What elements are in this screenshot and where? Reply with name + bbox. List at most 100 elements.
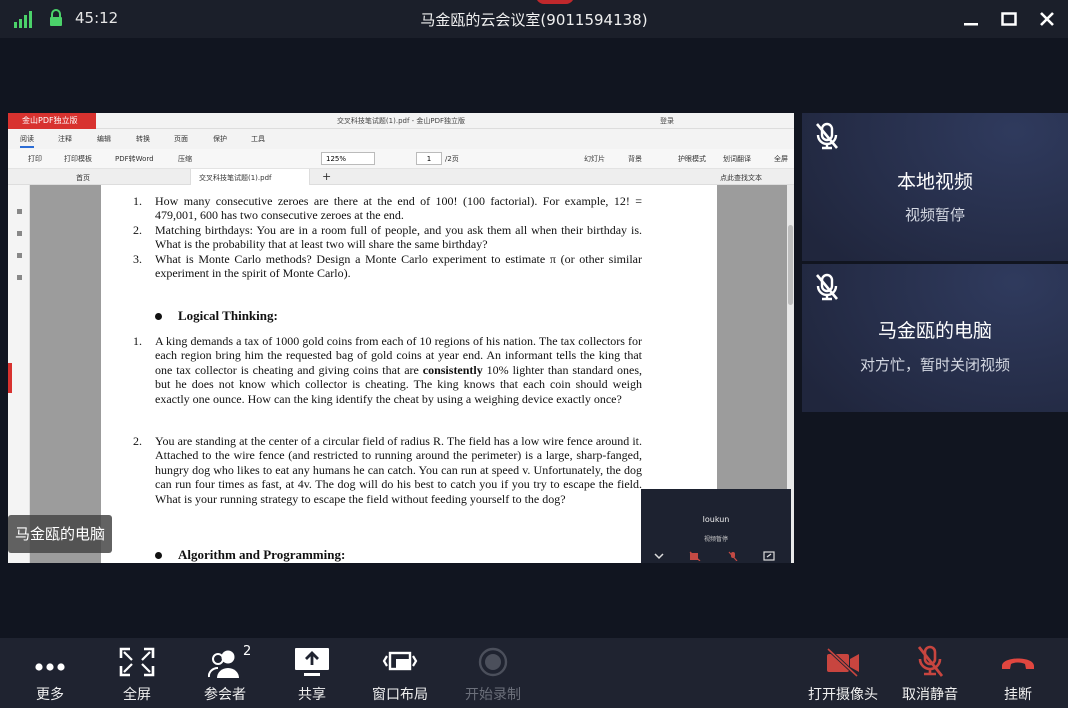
panel-status: 视频暂停 (904, 206, 965, 224)
question-2: 2. Matching birthdays: You are in a room… (133, 223, 642, 252)
unmute-button[interactable]: 取消静音 (890, 638, 970, 708)
menu-protect[interactable]: 保护 (213, 134, 227, 144)
menu-convert[interactable]: 转换 (136, 134, 150, 144)
record-button[interactable]: 开始录制 (453, 638, 533, 708)
question-number: 3. (133, 252, 142, 266)
question-text: How many consecutive zeroes are there at… (155, 194, 642, 223)
chevron-down-icon[interactable] (653, 551, 665, 561)
question-text: What is Monte Carlo methods? Design a Mo… (155, 252, 642, 281)
question-1: 1. How many consecutive zeroes are there… (133, 194, 642, 223)
section-heading-logical: Logical Thinking: (178, 308, 278, 323)
speaker-name-overlay: 马金瓯的电脑 (8, 515, 112, 553)
pip-video-tile[interactable]: loukun 视频暂停 (641, 489, 791, 563)
question-number: 1. (133, 334, 142, 348)
menu-page[interactable]: 页面 (174, 134, 188, 144)
mic-muted-icon (816, 122, 838, 150)
menu-read[interactable]: 阅读 (20, 134, 34, 148)
menu-annotate[interactable]: 注释 (58, 134, 72, 144)
comment-icon[interactable] (17, 253, 22, 258)
pdf-login-link[interactable]: 登录 (660, 116, 674, 126)
more-button[interactable]: 更多 (10, 638, 90, 708)
hangup-button[interactable]: 挂断 (978, 638, 1058, 708)
mic-muted-icon (816, 273, 838, 301)
question-text: You are standing at the center of a circ… (155, 434, 642, 506)
section-heading-algorithm: Algorithm and Programming: (178, 547, 346, 562)
layout-icon (382, 651, 418, 671)
slideshow-button[interactable]: 幻灯片 (584, 154, 605, 164)
pdf-titlebar: 金山PDF独立版 交叉科技笔试题(1).pdf - 金山PDF独立版 登录 (8, 113, 794, 129)
participants-label: 参会者 (204, 687, 246, 703)
page-total: /2页 (445, 155, 459, 163)
question-number: 2. (133, 223, 142, 237)
share-button[interactable]: 共享 (272, 638, 352, 708)
mic-off-icon[interactable] (727, 551, 739, 561)
scrollbar-thumb[interactable] (788, 225, 793, 305)
hangup-icon (1002, 658, 1034, 669)
pdf-to-word-button[interactable]: PDF转Word (115, 154, 154, 164)
search-text-input[interactable]: 点此查找文本 (712, 169, 786, 185)
fullscreen-icon (119, 647, 155, 677)
participant-count-badge: 2 (243, 644, 252, 659)
thumbnail-icon[interactable] (17, 209, 22, 214)
bookmark-icon[interactable] (17, 231, 22, 236)
print-button[interactable]: 打印 (28, 154, 42, 164)
pdf-window-title: 交叉科技笔试题(1).pdf - 金山PDF独立版 (336, 117, 466, 125)
expand-icon[interactable] (763, 551, 775, 561)
camera-off-icon[interactable] (689, 551, 701, 561)
remote-video-panel[interactable]: 马金瓯的电脑 对方忙，暂时关闭视频 (802, 264, 1068, 412)
section-bullet (155, 313, 162, 320)
pdf-toolbar: 打印 打印模板 PDF转Word 压缩 125% 1 /2页 幻灯片 背景 护眼… (8, 149, 794, 169)
eye-care-button[interactable]: 护眼模式 (678, 154, 706, 164)
logic-question-2: 2. You are standing at the center of a c… (133, 434, 642, 506)
translate-button[interactable]: 划词翻译 (723, 154, 751, 164)
background-button[interactable]: 背景 (628, 154, 642, 164)
menu-tools[interactable]: 工具 (251, 134, 265, 144)
section-bullet (155, 552, 162, 559)
page-input[interactable]: 1 (416, 152, 442, 165)
unmute-label: 取消静音 (902, 687, 958, 703)
camera-off-icon (826, 647, 859, 678)
zoom-select[interactable]: 125% (321, 152, 375, 165)
pdf-page: 1. How many consecutive zeroes are there… (101, 185, 717, 563)
question-text: Matching birthdays: You are in a room fu… (155, 223, 642, 252)
panel-name: 本地视频 (896, 171, 973, 193)
maximize-icon[interactable] (998, 8, 1020, 30)
print-template-button[interactable]: 打印模板 (64, 154, 92, 164)
local-video-panel[interactable]: 本地视频 视频暂停 (802, 113, 1068, 261)
tab-document[interactable]: 交叉科技笔试题(1).pdf (190, 169, 310, 185)
camera-button[interactable]: 打开摄像头 (803, 638, 883, 708)
mic-off-icon (917, 645, 944, 677)
attachment-icon[interactable] (17, 275, 22, 280)
pdf-tab-row: 首页 交叉科技笔试题(1).pdf + 点此查找文本 (8, 169, 794, 185)
menu-edit[interactable]: 编辑 (97, 134, 111, 144)
question-3: 3. What is Monte Carlo methods? Design a… (133, 252, 642, 281)
record-label: 开始录制 (465, 687, 521, 703)
minimize-icon[interactable] (960, 8, 982, 30)
new-tab-button[interactable]: + (314, 169, 331, 185)
meeting-control-bar: 更多 全屏 2 参会者 共享 窗口布局 开始录制 打开摄像头 取消静音 挂断 (0, 638, 1068, 708)
panel-status: 对方忙，暂时关闭视频 (859, 356, 1010, 374)
shared-screen[interactable]: 金山PDF独立版 交叉科技笔试题(1).pdf - 金山PDF独立版 登录 阅读… (8, 113, 794, 563)
pip-participant-name: loukun (702, 515, 730, 524)
close-icon[interactable] (1036, 8, 1058, 30)
logic-question-1: 1. A king demands a tax of 1000 gold coi… (133, 334, 642, 406)
layout-label: 窗口布局 (372, 687, 428, 703)
panel-name: 马金瓯的电脑 (877, 320, 992, 342)
fullscreen-button[interactable]: 全屏 (97, 638, 177, 708)
participants-button[interactable]: 2 参会者 (185, 638, 265, 708)
record-icon (478, 647, 508, 677)
pdf-menu-row: 阅读 注释 编辑 转换 页面 保护 工具 (8, 129, 794, 149)
fullscreen-read-button[interactable]: 全屏 (774, 154, 788, 164)
participants-icon (207, 650, 239, 678)
question-number: 2. (133, 434, 142, 448)
recording-tab (536, 0, 574, 4)
tab-home[interactable]: 首页 (68, 169, 186, 185)
title-bar: 45:12 马金瓯的云会议室(9011594138) (0, 0, 1068, 38)
pip-video-status: 视频暂停 (703, 536, 728, 543)
share-label: 共享 (298, 687, 326, 703)
meeting-title: 马金瓯的云会议室(9011594138) (420, 11, 648, 29)
hangup-label: 挂断 (1004, 687, 1032, 703)
compress-button[interactable]: 压缩 (178, 154, 192, 164)
fullscreen-label: 全屏 (123, 687, 151, 703)
layout-button[interactable]: 窗口布局 (360, 638, 440, 708)
